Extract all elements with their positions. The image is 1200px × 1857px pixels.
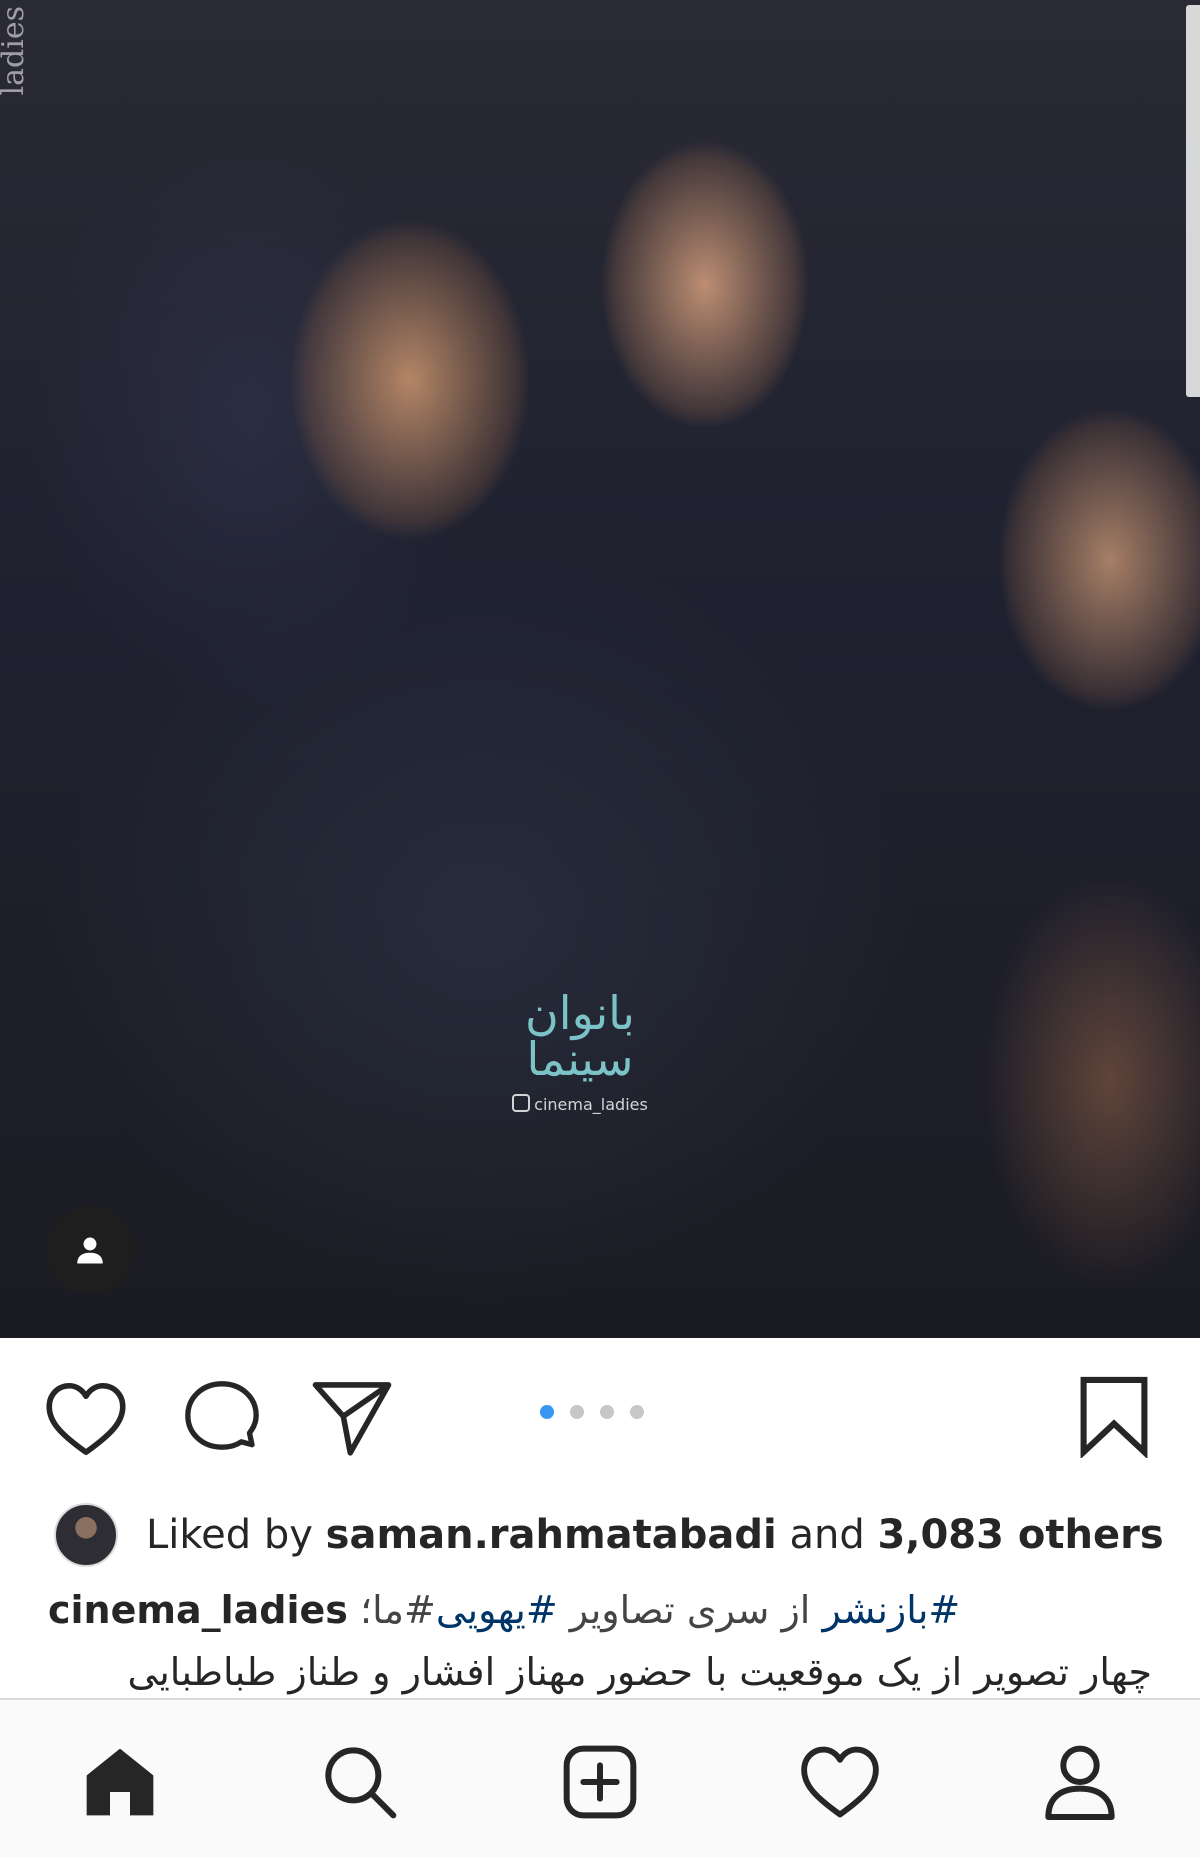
likes-row[interactable]: Liked by saman.rahmatabadi and 3,083 oth… xyxy=(54,1503,1164,1567)
caption-text-mid: از سری تصاویر xyxy=(557,1588,823,1632)
image-watermark-center: بانوان سینما cinema_ladies xyxy=(480,990,680,1114)
liker-avatar[interactable] xyxy=(54,1503,118,1567)
nav-home-button[interactable] xyxy=(76,1738,164,1826)
carousel-dot xyxy=(630,1405,644,1419)
tag-people-button[interactable] xyxy=(46,1206,134,1294)
post-image[interactable]: ladies بانوان سینما cinema_ladies xyxy=(0,0,1200,1338)
activity-heart-icon xyxy=(801,1746,879,1818)
caption-username[interactable]: cinema_ladies xyxy=(48,1588,348,1632)
image-watermark-handle: cinema_ladies xyxy=(534,1095,648,1114)
caption-text-rtl: #بازنشر از سری تصاویر #یهویی#ما؛ xyxy=(360,1588,960,1632)
send-icon xyxy=(312,1382,392,1456)
add-post-icon xyxy=(563,1745,637,1819)
carousel-dot xyxy=(570,1405,584,1419)
share-button[interactable] xyxy=(310,1378,394,1462)
home-icon xyxy=(86,1748,154,1816)
profile-icon xyxy=(1045,1745,1115,1820)
caption-line-1: cinema_ladies #بازنشر از سری تصاویر #یهو… xyxy=(48,1588,960,1632)
likes-prefix: Liked by xyxy=(146,1512,313,1558)
nav-profile-button[interactable] xyxy=(1036,1738,1124,1826)
instagram-glyph-icon xyxy=(512,1094,531,1112)
scrollbar-thumb[interactable] xyxy=(1186,5,1200,397)
carousel-dot-active xyxy=(540,1405,554,1419)
nav-search-button[interactable] xyxy=(316,1738,404,1826)
carousel-indicator xyxy=(540,1405,644,1419)
caption-line-2: چهار تصویر از یک موقعیت با حضور مهناز اف… xyxy=(127,1650,1152,1694)
liker-username[interactable]: saman.rahmatabadi xyxy=(326,1512,777,1558)
heart-icon xyxy=(46,1382,126,1456)
likes-conjunction: and xyxy=(789,1512,865,1558)
save-button[interactable] xyxy=(1076,1374,1152,1462)
likes-others-count[interactable]: 3,083 others xyxy=(877,1512,1163,1558)
likes-text: Liked by saman.rahmatabadi and 3,083 oth… xyxy=(146,1512,1164,1558)
caption-hashtag-bazneshr[interactable]: #بازنشر xyxy=(822,1588,960,1632)
search-icon xyxy=(325,1747,397,1819)
bookmark-icon xyxy=(1080,1376,1148,1460)
comment-icon xyxy=(185,1381,259,1450)
bottom-navigation xyxy=(0,1698,1200,1857)
carousel-dot xyxy=(600,1405,614,1419)
nav-activity-button[interactable] xyxy=(796,1738,884,1826)
image-watermark-handle-row: cinema_ladies xyxy=(480,1094,680,1114)
caption-hashtag-yehooyi[interactable]: #یهویی xyxy=(436,1588,558,1632)
caption-text-start: #ما؛ xyxy=(360,1588,436,1632)
image-watermark-logo: بانوان سینما xyxy=(525,986,635,1086)
like-button[interactable] xyxy=(44,1380,128,1462)
person-tag-icon xyxy=(77,1237,103,1264)
comment-button[interactable] xyxy=(182,1378,262,1462)
image-watermark-side: ladies xyxy=(0,6,31,96)
nav-add-post-button[interactable] xyxy=(556,1738,644,1826)
